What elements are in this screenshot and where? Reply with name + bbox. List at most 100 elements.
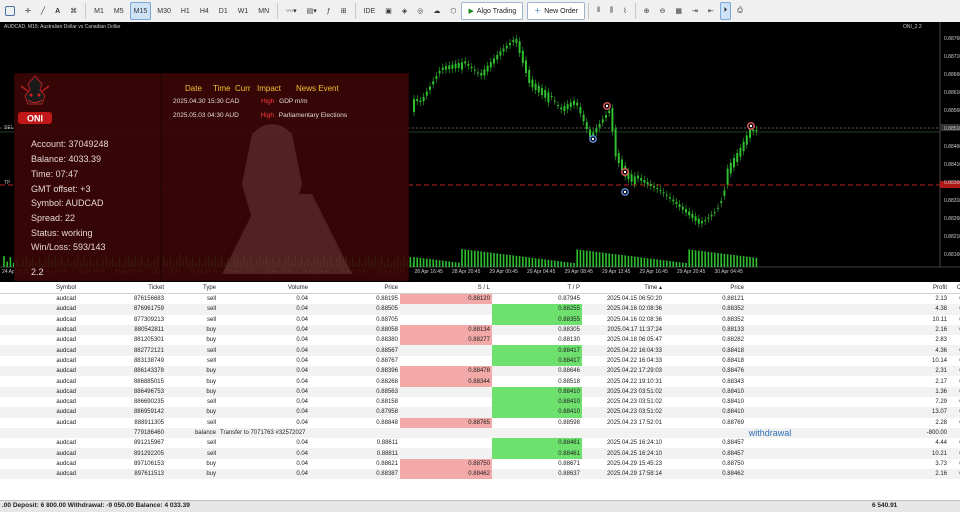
table-row[interactable]: audcad 882772121 sell 0.04 0.88567 0.88417 202… xyxy=(0,345,960,356)
table-row[interactable]: audcad 876156683 sell 0.04 0.88195 0.88120 0.8… xyxy=(0,293,960,305)
table-row[interactable]: audcad 881205301 buy 0.04 0.88380 0.88277 0.88… xyxy=(0,335,960,346)
type-cell: buy xyxy=(166,469,218,480)
line-chart-icon[interactable]: ⌇ xyxy=(619,2,630,20)
folder-icon[interactable]: ▣ xyxy=(381,2,396,20)
candle-body xyxy=(675,201,678,205)
table-row[interactable]: audcad 891292205 sell 0.04 0.88811 0.88461 202… xyxy=(0,448,960,459)
candles-icon[interactable]: ⫼ xyxy=(606,2,617,20)
price-chart[interactable]: AUDCAD, M15: Australian Dollar vs Canadi… xyxy=(0,22,960,282)
table-row[interactable]: audcad 888911305 sell 0.04 0.88848 0.88765 0.8… xyxy=(0,417,960,428)
candle-body xyxy=(560,107,563,110)
timeframe-h4[interactable]: H4 xyxy=(196,2,213,20)
timeframe-m30[interactable]: M30 xyxy=(153,2,175,20)
close-price-cell: 0.88769 xyxy=(722,419,744,426)
line-tool-icon[interactable]: ╱ xyxy=(37,2,49,20)
col-symbol[interactable]: Symbol xyxy=(0,282,78,294)
table-row[interactable]: audcad 897106153 buy 0.04 0.88621 0.88750 0.88… xyxy=(0,458,960,470)
candle-body xyxy=(720,201,723,203)
ticket-cell: 877309213 xyxy=(133,316,164,323)
news-header-impact: Impact xyxy=(257,84,282,93)
volume-bar xyxy=(451,261,454,267)
timeframe-w1[interactable]: W1 xyxy=(234,2,253,20)
crosshair-icon[interactable]: ✛ xyxy=(21,2,35,20)
table-row[interactable]: audcad 886690235 sell 0.04 0.88158 0.88410 202… xyxy=(0,396,960,408)
candle-body xyxy=(601,119,604,123)
shift-icon[interactable]: ⇤ xyxy=(704,2,718,20)
candle-body xyxy=(557,105,559,107)
candle-body xyxy=(707,217,710,219)
col-volume[interactable]: Volume xyxy=(218,282,310,294)
text-tool-icon[interactable]: A xyxy=(51,2,64,20)
new-order-button[interactable]: ＋ New Order xyxy=(527,2,586,20)
chart-type-icon[interactable]: 〰▾ xyxy=(282,2,301,20)
spacer-cell xyxy=(746,315,876,325)
volume-bar xyxy=(531,257,534,267)
objects-icon[interactable]: ⊞ xyxy=(337,2,351,20)
open-price-cell: 0.88396 xyxy=(310,366,400,377)
withdrawal-label: withdrawal xyxy=(664,427,876,439)
timeframe-m1[interactable]: M1 xyxy=(90,2,108,20)
volume-bar xyxy=(656,259,658,267)
volume-bar xyxy=(618,254,620,267)
col-time[interactable]: Time ▴ xyxy=(582,282,664,294)
table-row[interactable]: audcad 883138749 sell 0.04 0.88767 0.88417 202… xyxy=(0,355,960,367)
col-profit[interactable]: Profit xyxy=(876,282,949,294)
shapes-icon[interactable]: ⌘ xyxy=(66,2,81,20)
community-icon[interactable]: ⬡ xyxy=(446,2,460,20)
timeframe-d1[interactable]: D1 xyxy=(215,2,232,20)
table-row[interactable]: audcad 876961759 sell 0.04 0.88505 0.88255 202… xyxy=(0,304,960,315)
grid-icon[interactable] xyxy=(1,2,19,20)
table-row[interactable]: audcad 886496753 buy 0.04 0.88563 0.88410 2025… xyxy=(0,386,960,397)
signals-icon[interactable]: ◎ xyxy=(413,2,427,20)
algo-trading-button[interactable]: ▶ Algo Trading xyxy=(461,2,524,20)
table-row[interactable]: 779186460 balance Transfer to 7071763 #325… xyxy=(0,427,960,439)
candle-body xyxy=(611,108,614,132)
zoom-in-icon[interactable]: ⊕ xyxy=(640,2,654,20)
volume-bar xyxy=(682,262,684,267)
table-row[interactable]: audcad 880542811 buy 0.04 0.88058 0.88134 0.88… xyxy=(0,324,960,336)
ide-button[interactable]: IDE xyxy=(360,2,380,20)
table-row[interactable]: audcad 877309213 sell 0.04 0.88705 0.88355 202… xyxy=(0,314,960,325)
col-price[interactable]: Price xyxy=(310,282,400,294)
vps-icon[interactable]: ☁ xyxy=(429,2,444,20)
market-icon[interactable]: ◈ xyxy=(398,2,411,20)
timeframe-h1[interactable]: H1 xyxy=(177,2,194,20)
screenshot-icon[interactable]: ⎙ xyxy=(733,2,747,20)
volume-bar xyxy=(714,252,716,267)
col-close-price[interactable]: Price xyxy=(664,282,746,294)
bar-chart-icon[interactable]: ⫴ xyxy=(593,2,604,20)
change-cell: 0.40 % xyxy=(949,315,960,325)
volume-bar xyxy=(419,257,422,267)
tile-icon[interactable]: ▦ xyxy=(671,2,686,20)
table-row[interactable]: audcad 897611513 buy 0.04 0.88387 0.88462 0.88… xyxy=(0,469,960,480)
autoscroll-icon[interactable]: ⏵ xyxy=(719,2,732,20)
indicators-icon[interactable]: ƒ xyxy=(323,2,335,20)
sl-cell: 0.88120 xyxy=(400,293,492,305)
timeframe-m5[interactable]: M5 xyxy=(110,2,128,20)
zoom-out-icon[interactable]: ⊖ xyxy=(656,2,670,20)
symbol-cell: audcad xyxy=(56,419,76,426)
volume-bar xyxy=(445,261,447,267)
ticket-cell: 876961759 xyxy=(78,304,166,315)
open-price-cell: 0.88387 xyxy=(310,469,400,480)
col-ticket[interactable]: Ticket xyxy=(78,282,166,294)
close-price-cell: 0.88457 xyxy=(722,440,744,447)
col-type[interactable]: Type xyxy=(166,282,218,294)
timeframe-mn[interactable]: MN xyxy=(254,2,273,20)
timeframe-m15[interactable]: M15 xyxy=(129,2,152,20)
table-row[interactable]: audcad 886143378 buy 0.04 0.88396 0.88478 0.88… xyxy=(0,366,960,377)
ticket-cell: 779186460 xyxy=(78,427,166,439)
template-icon[interactable]: ▤▾ xyxy=(303,2,321,20)
scroll-icon[interactable]: ⇥ xyxy=(688,2,702,20)
profit-cell: 7.29 xyxy=(935,399,947,406)
table-row[interactable]: audcad 891215967 sell 0.04 0.88611 0.88461 202… xyxy=(0,438,960,449)
tp-cell: 0.87945 xyxy=(558,296,580,303)
col-tp[interactable]: T / P xyxy=(492,282,582,294)
table-row[interactable]: audcad 886885015 buy 0.04 0.88268 0.88344 0.88… xyxy=(0,376,960,387)
ticket-cell: 897611513 xyxy=(78,469,166,480)
table-row[interactable]: audcad 886959142 buy 0.04 0.87958 0.88410 2025… xyxy=(0,407,960,418)
candle-body xyxy=(477,72,479,74)
candle-body xyxy=(563,105,566,112)
col-change[interactable]: Change xyxy=(949,282,960,294)
col-sl[interactable]: S / L xyxy=(400,282,492,294)
